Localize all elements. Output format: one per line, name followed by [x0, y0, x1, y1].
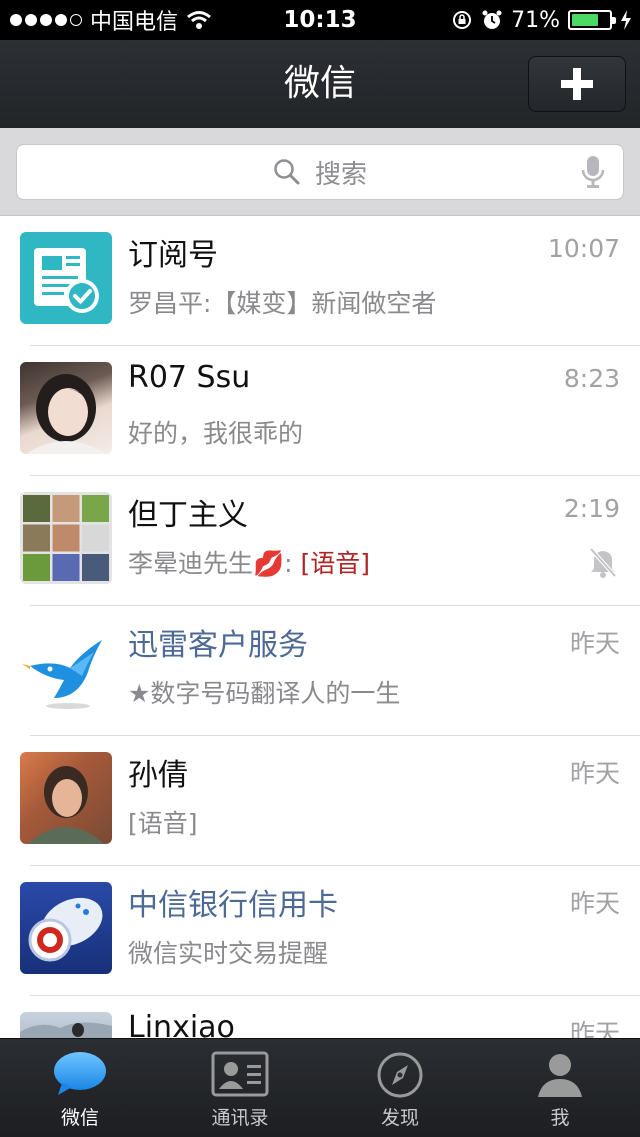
- rotation-lock-icon: [453, 11, 472, 29]
- chat-row-xunlei-service[interactable]: 迅雷客户服务 昨天 ★数字号码翻译人的一生: [0, 606, 640, 736]
- preview-sender: 李晕迪先生💋:: [128, 549, 301, 578]
- avatar: [20, 362, 112, 454]
- status-right: 71%: [451, 0, 632, 40]
- chat-preview: ★数字号码翻译人的一生: [128, 679, 401, 708]
- chat-name: 迅雷客户服务: [128, 628, 308, 663]
- chat-preview: [语音]: [128, 809, 198, 838]
- voice-tag: [语音]: [300, 549, 371, 578]
- plus-icon: [561, 68, 593, 100]
- charging-icon: [621, 10, 631, 30]
- tab-label: 通讯录: [211, 1107, 269, 1129]
- bank-logo-icon: [28, 897, 103, 962]
- chat-row-group-danting[interactable]: 但丁主义 2:19 李晕迪先生💋: [语音]: [0, 476, 640, 606]
- brand-avatar: [20, 622, 112, 714]
- tab-label: 发现: [380, 1107, 419, 1129]
- navigation-bar: 微信: [0, 40, 640, 128]
- tab-bar: 微信 通讯录 发现 我: [0, 1038, 640, 1137]
- group-grid-icon: [23, 495, 109, 581]
- chat-bubble-icon: [54, 1052, 106, 1095]
- status-bar: 中国电信 10:13 71%: [0, 0, 640, 40]
- microphone-icon[interactable]: [581, 155, 605, 189]
- chat-name: 但丁主义: [128, 498, 248, 533]
- chat-time: 昨天: [569, 759, 620, 788]
- subscription-icon: [34, 248, 99, 313]
- add-button[interactable]: [528, 56, 626, 112]
- group-avatar: [20, 492, 112, 584]
- chat-time: 昨天: [569, 629, 620, 658]
- subscription-avatar: [20, 232, 112, 324]
- chat-name: Linxiao: [128, 1010, 235, 1038]
- chat-name: 订阅号: [128, 238, 218, 273]
- search-icon: [274, 159, 300, 185]
- chat-row-r07-ssu[interactable]: R07 Ssu 8:23 好的，我很乖的: [0, 346, 640, 476]
- bird-logo-icon: [22, 640, 102, 709]
- chat-time: 昨天: [569, 889, 620, 918]
- chat-name: 中信银行信用卡: [128, 888, 338, 923]
- chat-time: 8:23: [563, 364, 620, 393]
- chat-preview: 微信实时交易提醒: [128, 939, 329, 968]
- avatar: [20, 752, 112, 844]
- chat-row-subscriptions[interactable]: 订阅号 10:07 罗昌平:【媒变】新闻做空者: [0, 216, 640, 346]
- person-photo: [20, 1022, 112, 1038]
- chat-time: 昨天: [569, 1019, 620, 1038]
- chat-row-linxiao[interactable]: Linxiao 昨天: [0, 996, 640, 1038]
- search-input[interactable]: 搜索: [16, 144, 624, 200]
- chat-preview: 李晕迪先生💋: [语音]: [128, 544, 370, 580]
- brand-avatar: [20, 882, 112, 974]
- person-photo: [28, 766, 104, 844]
- alarm-icon: [482, 10, 502, 29]
- compass-icon: [377, 1052, 423, 1098]
- chat-preview: 好的，我很乖的: [128, 419, 304, 448]
- chat-row-citic-credit-card[interactable]: 中信银行信用卡 昨天 微信实时交易提醒: [0, 866, 640, 996]
- chat-name: 孙倩: [128, 758, 188, 793]
- chat-time: 2:19: [563, 494, 620, 523]
- battery-icon: [568, 10, 616, 30]
- muted-bell-icon: [589, 547, 617, 578]
- battery-percent: 71%: [511, 7, 560, 33]
- person-photo: [26, 374, 106, 454]
- chat-name: R07 Ssu: [128, 360, 251, 395]
- search-placeholder: 搜索: [314, 159, 367, 190]
- chat-list[interactable]: 订阅号 10:07 罗昌平:【媒变】新闻做空者 R07 Ssu 8:23 好的，…: [0, 216, 640, 1038]
- person-icon: [538, 1054, 582, 1097]
- tab-label: 我: [550, 1107, 570, 1129]
- chat-preview: 罗昌平:【媒变】新闻做空者: [128, 289, 437, 318]
- chat-time: 10:07: [547, 234, 620, 263]
- tab-discover[interactable]: 发现: [320, 1039, 480, 1137]
- tab-chats[interactable]: 微信: [0, 1039, 160, 1137]
- search-placeholder-group: 搜索: [17, 145, 623, 199]
- tab-label: 微信: [60, 1107, 99, 1129]
- contacts-card-icon: [211, 1051, 269, 1097]
- tab-me[interactable]: 我: [480, 1039, 640, 1137]
- search-bar: 搜索: [0, 128, 640, 216]
- chat-row-sun-qian[interactable]: 孙倩 昨天 [语音]: [0, 736, 640, 866]
- tab-contacts[interactable]: 通讯录: [160, 1039, 320, 1137]
- avatar: [20, 1012, 112, 1038]
